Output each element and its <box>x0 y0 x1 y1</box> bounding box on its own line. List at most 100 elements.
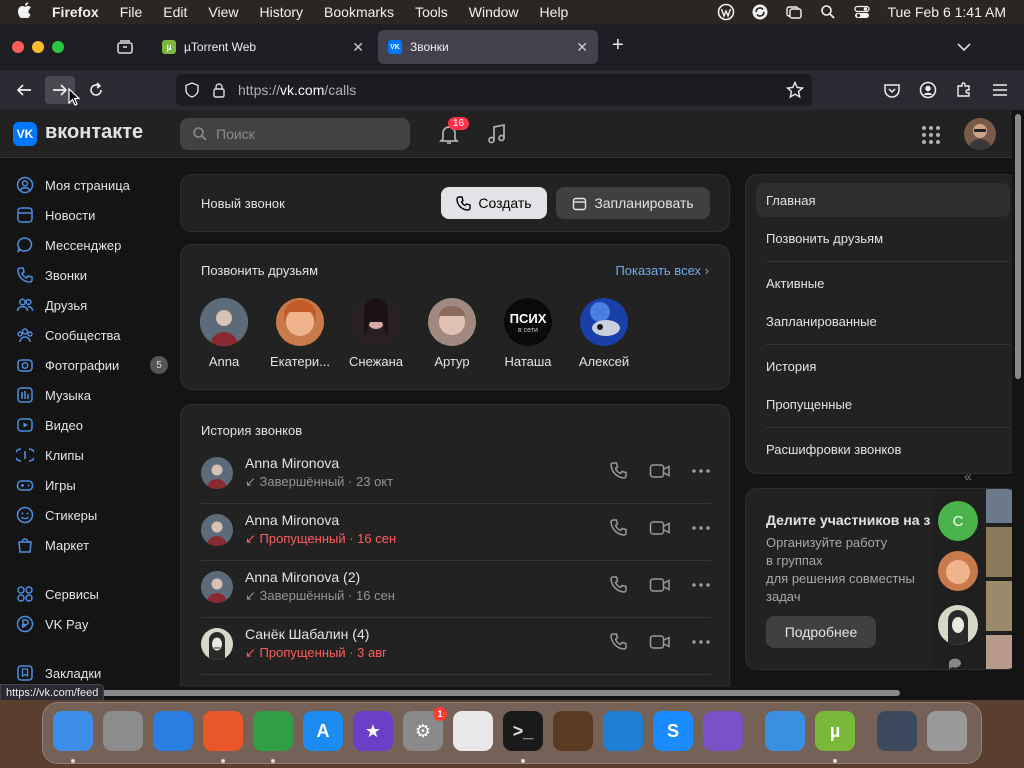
visual-studio-icon[interactable] <box>703 711 743 751</box>
url-text[interactable]: https://vk.com/calls <box>238 82 356 98</box>
sidebar-item-communities[interactable]: Сообщества <box>16 324 168 346</box>
collapse-panel-icon[interactable]: « <box>964 468 972 484</box>
show-all-friends-link[interactable]: Показать всех › <box>615 263 709 278</box>
vk-logo-icon[interactable]: VK <box>13 122 37 146</box>
sidebar-item-messenger[interactable]: Мессенджер <box>16 234 168 256</box>
friend-item[interactable]: Алексей <box>569 298 639 369</box>
minimize-window-button[interactable] <box>32 41 44 53</box>
scrollbar-thumb[interactable] <box>1015 114 1021 379</box>
app-store-icon[interactable]: A <box>303 711 343 751</box>
audio-call-icon[interactable] <box>609 575 629 600</box>
tab-utorrent[interactable]: µ µTorrent Web ✕ <box>152 30 374 64</box>
friend-item[interactable]: Anna <box>189 298 259 369</box>
garageband-icon[interactable] <box>553 711 593 751</box>
vertical-scrollbar[interactable] <box>1012 110 1024 700</box>
launchpad-icon[interactable] <box>103 711 143 751</box>
lock-icon[interactable] <box>212 82 226 103</box>
sidebar-item-photos[interactable]: Фотографии 5 <box>16 354 168 376</box>
downloads-stack-icon[interactable] <box>877 711 917 751</box>
sidebar-item-games[interactable]: Игры <box>16 474 168 496</box>
imovie-icon[interactable]: ★ <box>353 711 393 751</box>
scrollbar-thumb[interactable] <box>8 690 900 696</box>
menu-tools[interactable]: Tools <box>415 4 448 20</box>
shazam-icon[interactable]: S <box>653 711 693 751</box>
account-button[interactable] <box>913 76 943 104</box>
learn-more-button[interactable]: Подробнее <box>766 616 876 648</box>
sidebar-item-vkpay[interactable]: VK Pay <box>16 613 168 635</box>
sidebar-item-clips[interactable]: Клипы <box>16 444 168 466</box>
calls-nav-scheduled[interactable]: Запланированные <box>756 304 1010 338</box>
sidebar-item-my-page[interactable]: Моя страница <box>16 174 168 196</box>
sidebar-item-news[interactable]: Новости <box>16 204 168 226</box>
avatar[interactable] <box>964 118 996 150</box>
utorrent-icon[interactable]: µ <box>815 711 855 751</box>
window-switcher-icon[interactable] <box>785 3 803 21</box>
schedule-call-button[interactable]: Запланировать <box>556 187 710 219</box>
friend-item[interactable]: Артур <box>417 298 487 369</box>
menu-file[interactable]: File <box>120 4 143 20</box>
video-call-icon[interactable] <box>649 518 671 543</box>
vscode-icon[interactable] <box>603 711 643 751</box>
sync-icon[interactable] <box>751 3 769 21</box>
call-history-row[interactable]: Anna Mironova (2) ↙ Завершённый · 16 сен <box>201 561 711 618</box>
audio-call-icon[interactable] <box>609 518 629 543</box>
notifications-button[interactable]: 16 <box>438 117 470 150</box>
menu-help[interactable]: Help <box>540 4 569 20</box>
bookmark-star-icon[interactable] <box>785 80 805 104</box>
calls-nav-missed[interactable]: Пропущенные <box>756 387 1010 421</box>
menu-edit[interactable]: Edit <box>163 4 187 20</box>
audio-call-icon[interactable] <box>609 461 629 486</box>
apple-menu-icon[interactable] <box>17 2 36 22</box>
terminal-icon[interactable]: >_ <box>503 711 543 751</box>
new-tab-icon[interactable]: + <box>612 34 624 57</box>
firefox-icon[interactable] <box>203 711 243 751</box>
more-options-icon[interactable] <box>691 632 711 657</box>
textedit-icon[interactable] <box>453 711 493 751</box>
calls-nav-active[interactable]: Активные <box>756 266 1010 300</box>
reload-button[interactable] <box>81 76 111 104</box>
horizontal-scrollbar[interactable] <box>0 687 1012 700</box>
chrome-icon[interactable] <box>253 711 293 751</box>
menubar-clock[interactable]: Tue Feb 6 1:41 AM <box>887 4 1006 20</box>
video-call-icon[interactable] <box>649 461 671 486</box>
audio-call-icon[interactable] <box>609 632 629 657</box>
call-history-row[interactable]: Anna Mironova ↙ Пропущенный · 16 сен <box>201 504 711 561</box>
vk-brand-name[interactable]: вконтакте <box>45 121 143 144</box>
sidebar-item-video[interactable]: Видео <box>16 414 168 436</box>
create-call-button[interactable]: Создать <box>441 187 547 219</box>
call-history-row[interactable]: Anna Mironova ↙ Завершённый · 23 окт <box>201 447 711 504</box>
calls-nav-transcripts[interactable]: Расшифровки звонков <box>756 432 1010 466</box>
sidebar-item-services[interactable]: Сервисы <box>16 583 168 605</box>
menu-window[interactable]: Window <box>469 4 519 20</box>
sidebar-item-bookmarks[interactable]: Закладки <box>16 662 168 684</box>
menu-history[interactable]: History <box>259 4 303 20</box>
close-window-button[interactable] <box>12 41 24 53</box>
safari-icon[interactable] <box>153 711 193 751</box>
weather-icon[interactable] <box>765 711 805 751</box>
close-tab-icon[interactable]: ✕ <box>352 39 364 56</box>
close-tab-icon[interactable]: ✕ <box>576 39 588 56</box>
spotlight-search-icon[interactable] <box>819 3 837 21</box>
pocket-button[interactable] <box>877 76 907 104</box>
firefox-view-icon[interactable] <box>116 38 134 61</box>
system-settings-icon[interactable]: ⚙ 1 <box>403 707 447 751</box>
wordpress-icon[interactable] <box>717 3 735 21</box>
friend-item[interactable]: Снежана <box>341 298 411 369</box>
sidebar-item-music[interactable]: Музыка <box>16 384 168 406</box>
zoom-window-button[interactable] <box>52 41 64 53</box>
calls-nav-call-friends[interactable]: Позвонить друзьям <box>756 221 1010 255</box>
finder-icon[interactable] <box>53 711 93 751</box>
sidebar-item-friends[interactable]: Друзья <box>16 294 168 316</box>
control-center-icon[interactable] <box>853 3 871 21</box>
call-history-row[interactable]: Санёк Шабалин (4) ↙ Пропущенный · 3 авг <box>201 618 711 675</box>
list-all-tabs-icon[interactable] <box>956 40 972 58</box>
sidebar-item-calls[interactable]: Звонки <box>16 264 168 286</box>
more-options-icon[interactable] <box>691 518 711 543</box>
url-bar[interactable]: https://vk.com/calls <box>176 74 812 106</box>
friend-item[interactable]: ПСИХ в сети Наташа <box>493 298 563 369</box>
trash-icon[interactable] <box>927 711 967 751</box>
music-player-icon[interactable] <box>486 123 508 150</box>
friend-item[interactable]: Екатери... <box>265 298 335 369</box>
calls-nav-home[interactable]: Главная <box>756 183 1010 217</box>
menu-app-name[interactable]: Firefox <box>52 4 99 20</box>
